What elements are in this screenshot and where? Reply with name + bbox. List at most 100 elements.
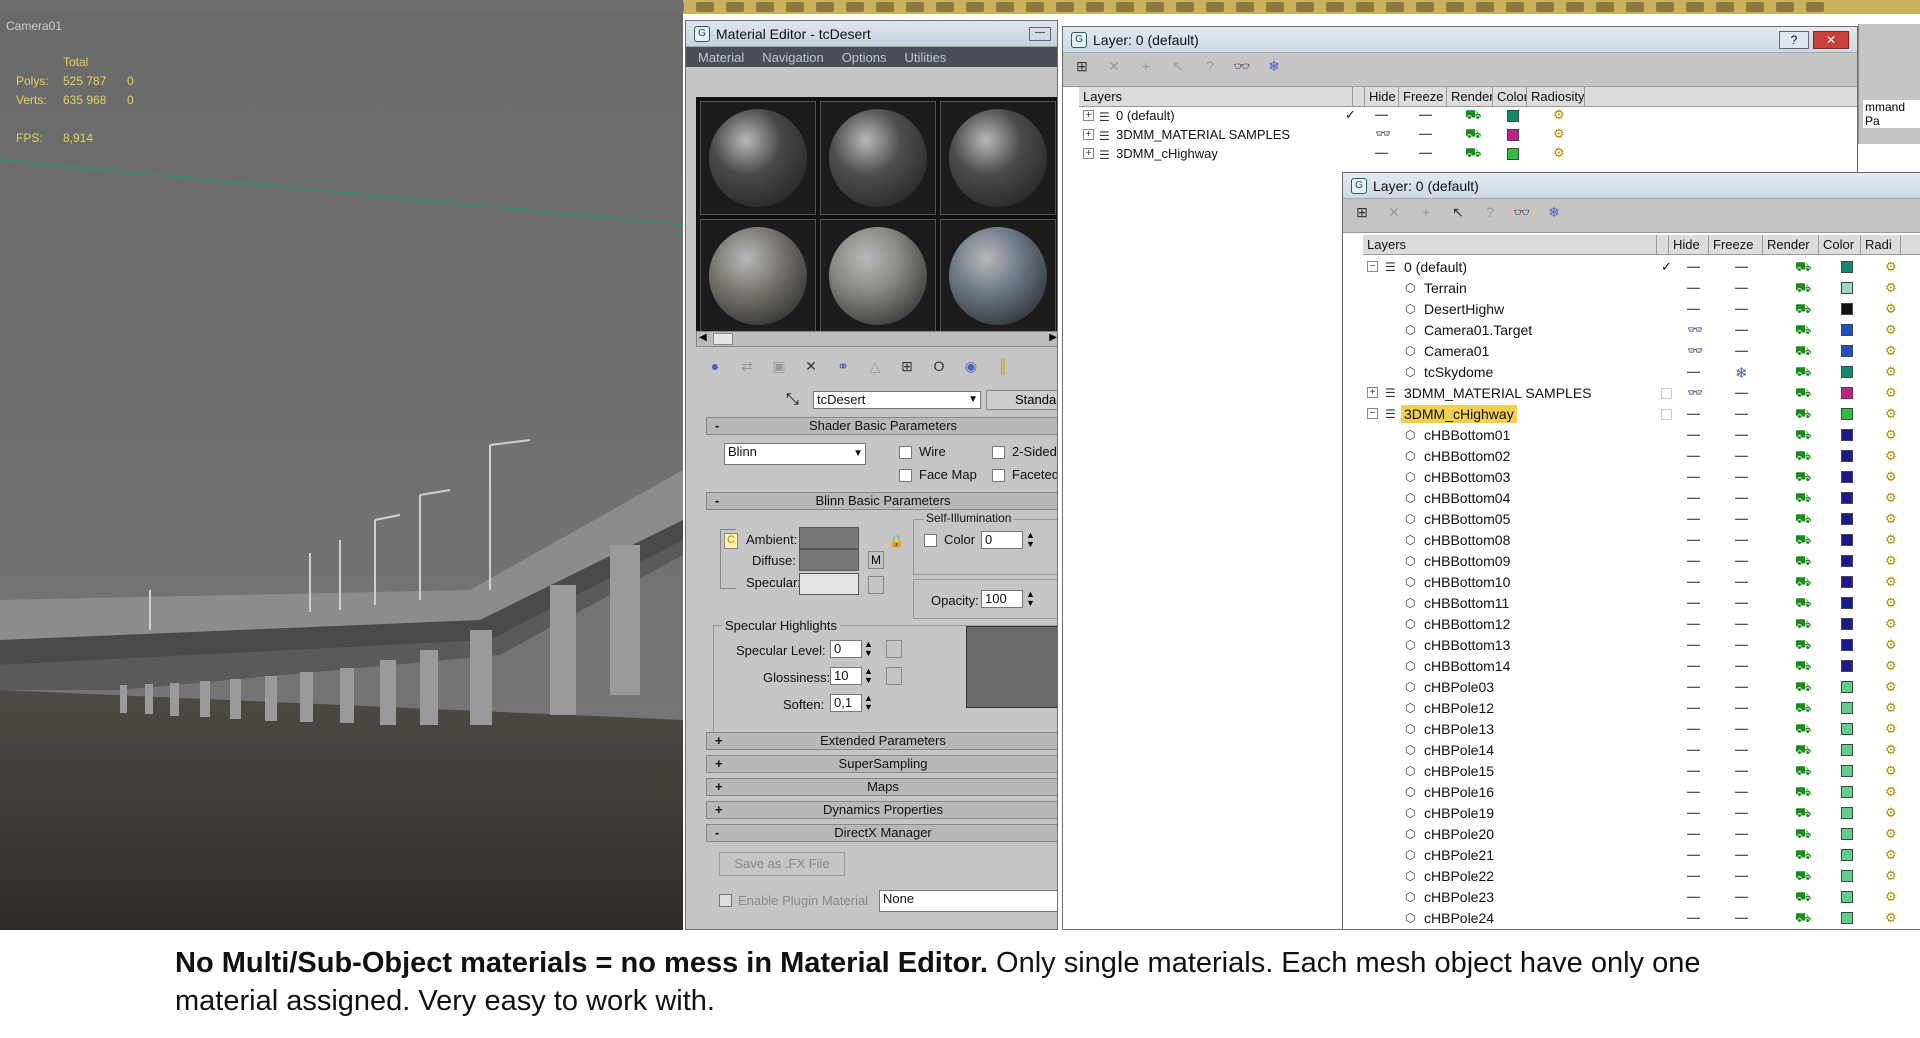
delete-layer-icon[interactable]: ✕ [1385, 203, 1403, 221]
enable-plugin-checkbox[interactable] [719, 894, 732, 907]
col-render[interactable]: Render [1763, 235, 1819, 254]
layer-row-chbbottom13[interactable]: ⬡ cHBBottom13 — — ⛟ ⚙ [1363, 635, 1920, 656]
sample-slot[interactable] [700, 219, 816, 333]
layer-color-swatch[interactable] [1841, 597, 1853, 609]
layer-row-chbbottom14[interactable]: ⬡ cHBBottom14 — — ⛟ ⚙ [1363, 656, 1920, 677]
render-teapot-icon[interactable]: ⛟ [1795, 679, 1811, 697]
layer-color-swatch[interactable] [1841, 870, 1853, 882]
layer-row-chbbottom05[interactable]: ⬡ cHBBottom05 — — ⛟ ⚙ [1363, 509, 1920, 530]
viewport-camera-label[interactable]: Camera01 [6, 19, 62, 33]
render-teapot-icon[interactable]: ⛟ [1795, 700, 1811, 718]
render-teapot-icon[interactable]: ⛟ [1795, 637, 1811, 655]
radiosity-icon[interactable]: ⚙ [1885, 490, 1897, 506]
render-teapot-icon[interactable]: ⛟ [1465, 126, 1481, 144]
freeze-toggle[interactable]: — [1735, 322, 1748, 337]
radiosity-icon[interactable]: ⚙ [1885, 511, 1897, 527]
layer-color-swatch[interactable] [1841, 387, 1853, 399]
toolbar-button[interactable] [1776, 2, 1794, 12]
toolbar-button[interactable] [1236, 2, 1254, 12]
freeze-toggle[interactable]: — [1735, 427, 1748, 442]
render-teapot-icon[interactable]: ⛟ [1465, 145, 1481, 163]
hide-toggle[interactable]: — [1687, 679, 1700, 694]
put-to-library-icon[interactable]: ⊞ [898, 357, 916, 375]
freeze-toggle[interactable]: — [1735, 280, 1748, 295]
freeze-toggle[interactable]: — [1735, 889, 1748, 904]
layer-color-swatch[interactable] [1841, 324, 1853, 336]
hide-all-icon[interactable]: 👓 [1233, 57, 1251, 75]
hide-toggle[interactable]: — [1687, 700, 1700, 715]
hide-toggle[interactable]: — [1687, 826, 1700, 841]
render-teapot-icon[interactable]: ⛟ [1795, 511, 1811, 529]
layer-row-deserthighw[interactable]: ⬡ DesertHighw — — ⛟ ⚙ [1363, 299, 1920, 320]
hide-toggle[interactable]: — [1687, 847, 1700, 862]
toolbar-button[interactable] [1746, 2, 1764, 12]
slots-scrollbar[interactable]: ◀ ▶ [696, 331, 1057, 347]
hide-toggle[interactable]: — [1687, 595, 1700, 610]
create-layer-icon[interactable]: ⊞ [1073, 57, 1091, 75]
radiosity-icon[interactable]: ⚙ [1885, 805, 1897, 821]
hide-toggle[interactable]: — [1375, 145, 1388, 160]
layer-manager-titlebar[interactable]: G Layer: 0 (default) [1343, 173, 1920, 199]
minimize-button[interactable]: — [1029, 26, 1051, 41]
toolbar-button[interactable] [1026, 2, 1044, 12]
layer-row-chbpole20[interactable]: ⬡ cHBPole20 — — ⛟ ⚙ [1363, 824, 1920, 845]
freeze-toggle[interactable]: — [1735, 679, 1748, 694]
hide-toggle[interactable]: — [1687, 490, 1700, 505]
toolbar-button[interactable] [1206, 2, 1224, 12]
layer-row-chbpole14[interactable]: ⬡ cHBPole14 — — ⛟ ⚙ [1363, 740, 1920, 761]
help-button[interactable]: ? [1779, 30, 1809, 49]
layer-color-swatch[interactable] [1841, 303, 1853, 315]
freeze-toggle[interactable]: ❄ [1735, 364, 1748, 382]
hide-toggle[interactable]: — [1687, 532, 1700, 547]
layer-color-swatch[interactable] [1841, 555, 1853, 567]
toolbar-button[interactable] [1656, 2, 1674, 12]
sample-slot[interactable] [940, 101, 1056, 215]
close-button[interactable]: ✕ [1813, 30, 1849, 49]
render-teapot-icon[interactable]: ⛟ [1795, 784, 1811, 802]
toolbar-button[interactable] [1296, 2, 1314, 12]
radiosity-icon[interactable]: ⚙ [1885, 700, 1897, 716]
freeze-toggle[interactable]: — [1735, 784, 1748, 799]
expand-icon[interactable]: + [1367, 387, 1378, 398]
toolbar-button[interactable] [1176, 2, 1194, 12]
freeze-toggle[interactable]: — [1735, 532, 1748, 547]
material-name-field[interactable]: tcDesert ▼ [813, 391, 981, 409]
layer-color-swatch[interactable] [1841, 513, 1853, 525]
render-teapot-icon[interactable]: ⛟ [1795, 889, 1811, 907]
hide-toggle[interactable]: — [1687, 763, 1700, 778]
freeze-toggle[interactable]: — [1735, 490, 1748, 505]
toolbar-button[interactable] [1536, 2, 1554, 12]
spinner-icon[interactable]: ▲ ▼ [864, 694, 873, 712]
radiosity-icon[interactable]: ⚙ [1885, 406, 1897, 422]
layer-color-swatch[interactable] [1841, 408, 1853, 420]
layer-row-terrain[interactable]: ⬡ Terrain — — ⛟ ⚙ [1363, 278, 1920, 299]
radiosity-icon[interactable]: ⚙ [1885, 763, 1897, 779]
sample-slot[interactable] [940, 219, 1056, 333]
freeze-toggle[interactable]: — [1735, 385, 1748, 400]
rollout-maps[interactable]: + Maps [706, 778, 1057, 796]
rollout-blinn-basic[interactable]: - Blinn Basic Parameters [706, 492, 1057, 510]
freeze-toggle[interactable]: — [1735, 805, 1748, 820]
radiosity-icon[interactable]: ⚙ [1885, 784, 1897, 800]
radiosity-icon[interactable]: ⚙ [1885, 448, 1897, 464]
freeze-toggle[interactable]: — [1735, 448, 1748, 463]
expand-icon[interactable]: + [1083, 148, 1094, 159]
freeze-toggle[interactable]: — [1735, 910, 1748, 925]
specular-level-field[interactable]: 0 [830, 640, 862, 658]
menu-options[interactable]: Options [842, 50, 887, 65]
freeze-toggle[interactable]: — [1735, 595, 1748, 610]
hide-toggle[interactable]: 👓 [1687, 322, 1703, 338]
freeze-all-icon[interactable]: ❄ [1265, 57, 1283, 75]
hide-toggle[interactable]: — [1687, 511, 1700, 526]
layer-row-chbpole21[interactable]: ⬡ cHBPole21 — — ⛟ ⚙ [1363, 845, 1920, 866]
layer-row-chbpole15[interactable]: ⬡ cHBPole15 — — ⛟ ⚙ [1363, 761, 1920, 782]
radiosity-icon[interactable]: ⚙ [1885, 364, 1897, 380]
spinner-icon[interactable]: ▲ ▼ [864, 667, 873, 685]
add-to-layer-icon[interactable]: + [1417, 203, 1435, 221]
layer-color-swatch[interactable] [1841, 828, 1853, 840]
hide-toggle[interactable]: — [1687, 427, 1700, 442]
freeze-toggle[interactable]: — [1735, 574, 1748, 589]
freeze-toggle[interactable]: — [1735, 721, 1748, 736]
render-teapot-icon[interactable]: ⛟ [1795, 826, 1811, 844]
freeze-all-icon[interactable]: ❄ [1545, 203, 1563, 221]
